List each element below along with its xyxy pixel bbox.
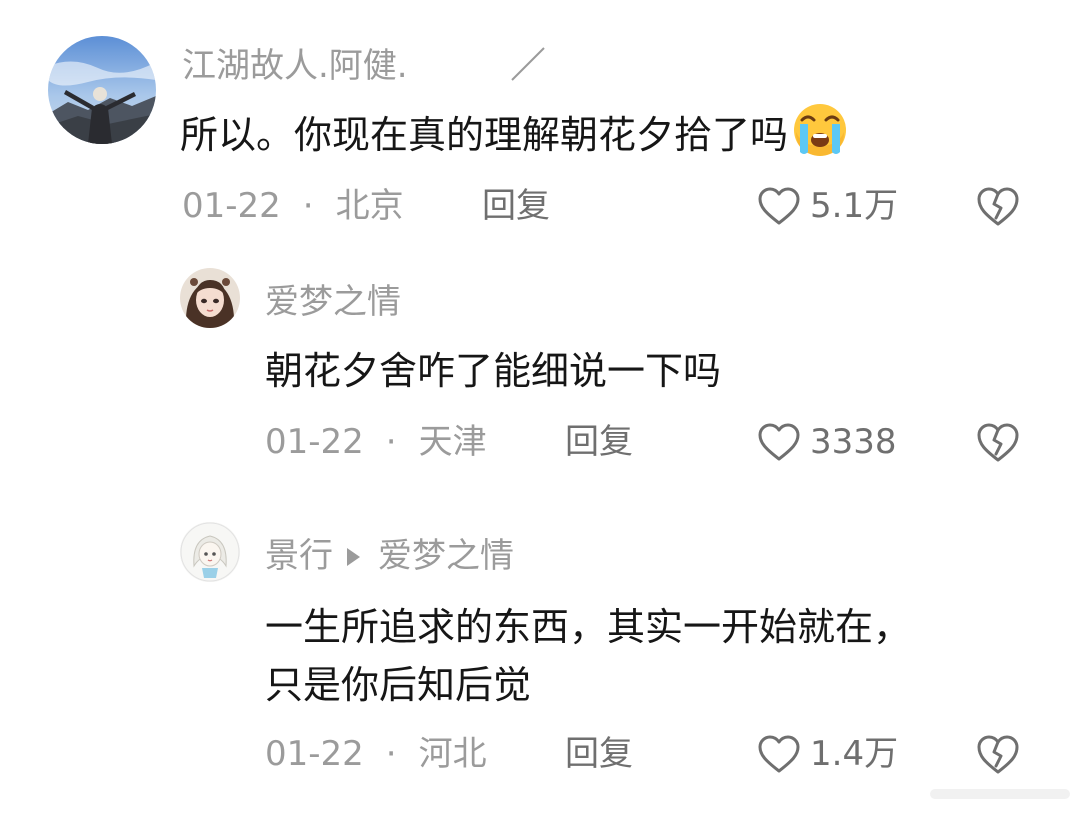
like-count: 5.1万: [810, 186, 899, 226]
like-button[interactable]: 1.4万: [756, 732, 898, 776]
like-count: 3338: [810, 422, 897, 462]
broken-heart-icon: [977, 735, 1019, 774]
reply-button[interactable]: 回复: [565, 422, 633, 462]
comment-meta: 01-22 · 河北: [265, 734, 487, 774]
meta-separator: ·: [385, 422, 397, 462]
comment-text: 朝花夕舍咋了能细说一下吗: [265, 349, 722, 393]
reply-button[interactable]: 回复: [565, 734, 633, 774]
comment-meta: 01-22 · 北京: [182, 186, 404, 226]
reply-button[interactable]: 回复: [482, 186, 550, 226]
comment-text: 一生所追求的东西，其实一开始就在，: [265, 605, 912, 649]
comment-meta: 01-22 · 天津: [265, 422, 487, 462]
comment-location: 河北: [418, 734, 487, 774]
meta-separator: ·: [385, 734, 397, 774]
comment-text: 所以。你现在真的理解朝花夕拾了吗: [180, 102, 848, 164]
meta-separator: ·: [302, 186, 314, 226]
reply-target[interactable]: 爱梦之情: [378, 536, 514, 576]
heart-outline-icon: [758, 735, 800, 773]
reply-arrow-icon: [347, 547, 360, 566]
dislike-button[interactable]: [974, 732, 1022, 776]
landscape-photo-avatar: [48, 36, 156, 144]
avatar[interactable]: [180, 522, 240, 582]
comment-text-content: 所以。你现在真的理解朝花夕拾了吗: [180, 113, 789, 157]
heart-outline-icon: [758, 187, 800, 225]
avatar[interactable]: [48, 36, 156, 144]
comment-date: 01-22: [265, 422, 364, 462]
reply-author[interactable]: 景行: [265, 536, 333, 576]
username[interactable]: 江湖故人.阿健.: [182, 46, 408, 86]
broken-heart-icon: [977, 187, 1019, 226]
dislike-button[interactable]: [974, 420, 1022, 464]
anime-girl-avatar: [180, 268, 240, 328]
username[interactable]: 爱梦之情: [265, 282, 401, 322]
like-button[interactable]: 3338: [756, 420, 897, 464]
watermark-graphic: [930, 789, 1070, 799]
comment-date: 01-22: [265, 734, 364, 774]
avatar[interactable]: [180, 268, 240, 328]
dislike-button[interactable]: [974, 184, 1022, 228]
like-button[interactable]: 5.1万: [756, 184, 898, 228]
comment-location: 天津: [418, 422, 487, 462]
like-count: 1.4万: [810, 734, 899, 774]
heart-outline-icon: [758, 423, 800, 461]
username: 景行 爱梦之情: [265, 536, 514, 576]
broken-heart-icon: [977, 423, 1019, 462]
comment-date: 01-22: [182, 186, 281, 226]
comment-location: 北京: [335, 186, 404, 226]
comment-text: 只是你后知后觉: [265, 663, 532, 707]
slash-icon: [511, 47, 545, 81]
cartoon-girl-avatar: [180, 522, 240, 582]
loudly-crying-face-emoji: [794, 104, 847, 156]
